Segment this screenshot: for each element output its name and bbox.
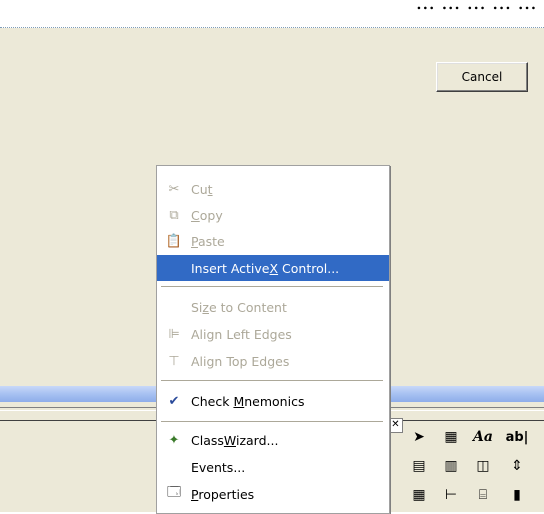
pointer-tool-icon[interactable]: ➤	[408, 426, 430, 448]
class-wizard-icon: ✦	[168, 432, 180, 448]
close-icon[interactable]: ✕	[388, 418, 403, 433]
context-menu: ✂ Cut ⧉ Copy 📋 Paste Insert ActiveX Cont…	[156, 165, 390, 514]
top-text: ... ... ... ... ... ...	[415, 0, 544, 14]
menu-item-align-top[interactable]: ⊤ Align Top Edges	[157, 348, 389, 374]
align-top-icon: ⊤	[168, 353, 180, 369]
menu-item-paste[interactable]: 📋 Paste	[157, 228, 389, 254]
menu-item-check-mnemonics[interactable]: ✔ Check Mnemonics	[157, 388, 389, 414]
menu-item-align-left[interactable]: ⊫ Align Left Edges	[157, 321, 389, 347]
copy-icon: ⧉	[169, 207, 179, 223]
scissors-icon: ✂	[168, 181, 180, 197]
picture-tool-icon[interactable]: ▦	[440, 426, 462, 448]
list-tool-icon[interactable]: ▦	[408, 484, 430, 506]
menu-item-copy[interactable]: ⧉ Copy	[157, 202, 389, 228]
animate-tool-icon[interactable]: ▮	[506, 484, 528, 506]
menu-separator	[161, 286, 383, 287]
properties-icon: 🗔	[166, 485, 182, 500]
button-tool-icon[interactable]: ▥	[440, 455, 462, 477]
tree-tool-icon[interactable]: ⊢	[440, 484, 462, 506]
static-text-tool-icon[interactable]: Aa	[472, 426, 494, 448]
menu-item-classwizard[interactable]: ✦ ClassWizard...	[157, 427, 389, 453]
paste-icon: 📋	[165, 233, 183, 249]
align-left-icon: ⊫	[168, 326, 180, 342]
check-mnemonics-icon: ✔	[168, 393, 180, 409]
menu-item-insert-activex[interactable]: Insert ActiveX Control...	[157, 255, 389, 281]
spin-tool-icon[interactable]: ⇕	[506, 455, 528, 477]
menu-item-events[interactable]: Events...	[157, 454, 389, 480]
tab-tool-icon[interactable]: ⌸	[472, 484, 494, 506]
scrollbar-tool-icon[interactable]: ◫	[472, 455, 494, 477]
menu-item-size-to-content[interactable]: Size to Content	[157, 294, 389, 320]
menu-separator	[161, 380, 383, 381]
edit-box-tool-icon[interactable]: ab|	[506, 426, 529, 448]
menu-item-properties[interactable]: 🗔 Properties	[157, 481, 389, 507]
menu-item-cut[interactable]: ✂ Cut	[157, 176, 389, 202]
menu-separator	[161, 421, 383, 422]
group-box-tool-icon[interactable]: ▤	[408, 455, 430, 477]
cancel-button[interactable]: Cancel	[436, 62, 528, 92]
